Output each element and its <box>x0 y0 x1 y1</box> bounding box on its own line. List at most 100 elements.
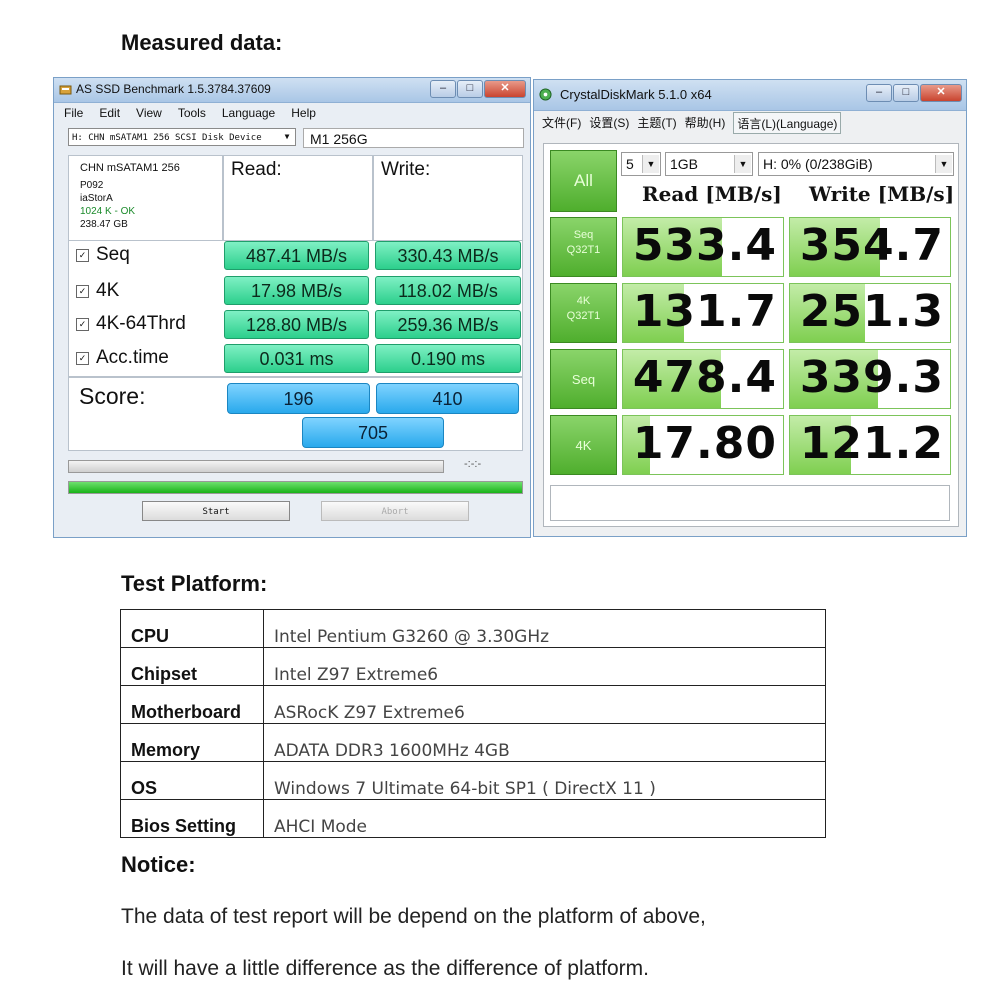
4k-q32t1-write-cell: 251.3 <box>789 283 951 343</box>
as-ssd-title: AS SSD Benchmark 1.5.3784.37609 <box>76 82 271 96</box>
menu-view[interactable]: View <box>136 106 162 124</box>
drive-select[interactable]: H: 0% (0/238GiB) ▼ <box>758 152 954 176</box>
seq-q32t1-write-cell: 354.7 <box>789 217 951 277</box>
row-label: 4K-64Thrd <box>96 313 186 334</box>
menu-theme[interactable]: 主题(T) <box>637 112 676 134</box>
all-button[interactable]: All <box>550 150 617 212</box>
menu-help[interactable]: 帮助(H) <box>685 112 726 134</box>
4k-q32t1-read-cell: 131.7 <box>622 283 784 343</box>
platform-value: Intel Z97 Extreme6 <box>263 647 826 686</box>
acc-time-write-value: 0.190 ms <box>375 344 521 373</box>
seq-write-value: 339.3 <box>799 352 944 403</box>
button-line1: 4K <box>575 438 592 453</box>
start-button[interactable]: Start <box>142 501 290 521</box>
notice-line-1: The data of test report will be depend o… <box>121 905 706 928</box>
button-line2: Q32T1 <box>566 310 601 322</box>
platform-value: AHCI Mode <box>263 799 826 838</box>
check-icon: ✓ <box>76 248 89 262</box>
seq-q32t1-button[interactable]: Seq Q32T1 <box>550 217 617 277</box>
count-value: 5 <box>626 156 634 172</box>
row-label: 4K <box>96 280 120 301</box>
minimize-button[interactable]: – <box>866 84 892 102</box>
drive-size: 238.47 GB <box>80 219 128 230</box>
seq-button[interactable]: Seq <box>550 349 617 409</box>
menu-file[interactable]: File <box>64 106 83 124</box>
button-line2: Q32T1 <box>566 244 601 256</box>
4k-read-value: 17.80 <box>632 418 777 469</box>
row-seq[interactable]: ✓ Seq <box>76 244 130 266</box>
menu-tools[interactable]: Tools <box>178 106 206 124</box>
seq-q32t1-write-value: 354.7 <box>799 220 944 271</box>
chevron-down-icon: ▼ <box>734 155 751 173</box>
as-ssd-menubar: File Edit View Tools Language Help <box>54 106 322 124</box>
score-write: 410 <box>376 383 519 414</box>
platform-value: Windows 7 Ultimate 64-bit SP1 ( DirectX … <box>263 761 826 800</box>
minimize-button[interactable]: – <box>430 80 456 98</box>
total-progress-bar <box>68 481 523 494</box>
platform-key: CPU <box>120 609 264 648</box>
as-ssd-window: AS SSD Benchmark 1.5.3784.37609 – □ ✕ Fi… <box>53 77 531 538</box>
check-icon: ✓ <box>76 351 89 365</box>
button-line1: Seq <box>573 229 594 241</box>
count-select[interactable]: 5 ▼ <box>621 152 661 176</box>
menu-help[interactable]: Help <box>291 106 316 124</box>
as-ssd-titlebar[interactable]: AS SSD Benchmark 1.5.3784.37609 – □ ✕ <box>54 78 530 103</box>
4k-q32t1-read-value: 131.7 <box>632 286 777 337</box>
row-label: Acc.time <box>96 347 169 368</box>
4k-q32t1-button[interactable]: 4K Q32T1 <box>550 283 617 343</box>
seq-write-cell: 339.3 <box>789 349 951 409</box>
cdm-title: CrystalDiskMark 5.1.0 x64 <box>560 87 712 102</box>
menu-file[interactable]: 文件(F) <box>542 112 581 134</box>
notice-heading: Notice: <box>121 852 196 877</box>
platform-value: ASRocK Z97 Extreme6 <box>263 685 826 724</box>
menu-language[interactable]: Language <box>222 106 275 124</box>
4k-write-cell: 121.2 <box>789 415 951 475</box>
maximize-button[interactable]: □ <box>893 84 919 102</box>
drive-driver: iaStorA <box>80 193 113 204</box>
4k-write-value: 121.2 <box>799 418 944 469</box>
table-row: OS Windows 7 Ultimate 64-bit SP1 ( Direc… <box>120 761 826 800</box>
row-4k-64thrd[interactable]: ✓ 4K-64Thrd <box>76 313 186 335</box>
close-button[interactable]: ✕ <box>484 80 526 98</box>
platform-key: Bios Setting <box>120 799 264 838</box>
menu-settings[interactable]: 设置(S) <box>589 112 629 134</box>
write-header: Write: <box>381 159 431 180</box>
cdm-app-icon <box>539 88 552 101</box>
row-acc-time[interactable]: ✓ Acc.time <box>76 347 169 369</box>
check-icon: ✓ <box>76 317 89 331</box>
write-header-panel: Write: <box>373 155 523 241</box>
close-button[interactable]: ✕ <box>920 84 962 102</box>
platform-table: CPU Intel Pentium G3260 @ 3.30GHz Chipse… <box>120 609 826 838</box>
measured-data-heading: Measured data: <box>121 30 283 55</box>
drive-name-field[interactable]: M1 256G <box>303 128 524 148</box>
chevron-down-icon: ▼ <box>284 132 290 141</box>
check-icon: ✓ <box>76 284 89 298</box>
drive-info-panel: CHN mSATAM1 256 P092 iaStorA 1024 K - OK… <box>68 155 223 241</box>
drive-alignment: 1024 K - OK <box>80 206 136 217</box>
table-row: Motherboard ASRocK Z97 Extreme6 <box>120 685 826 724</box>
row-4k[interactable]: ✓ 4K <box>76 280 119 302</box>
menu-language[interactable]: 语言(L)(Language) <box>733 112 842 134</box>
cdm-titlebar[interactable]: CrystalDiskMark 5.1.0 x64 – □ ✕ <box>534 80 966 111</box>
drive-firmware: P092 <box>80 180 104 191</box>
chevron-down-icon: ▼ <box>642 155 659 173</box>
size-select[interactable]: 1GB ▼ <box>665 152 753 176</box>
button-line1: Seq <box>571 372 596 387</box>
abort-button[interactable]: Abort <box>321 501 469 521</box>
4k-write-value: 118.02 MB/s <box>375 276 521 305</box>
4k-64thrd-write-value: 259.36 MB/s <box>375 310 521 339</box>
seq-read-cell: 478.4 <box>622 349 784 409</box>
crystaldiskmark-window: CrystalDiskMark 5.1.0 x64 – □ ✕ 文件(F) 设置… <box>533 79 967 537</box>
menu-edit[interactable]: Edit <box>99 106 120 124</box>
drive-select-value: H: CHN mSATAM1 256 SCSI Disk Device <box>72 133 262 143</box>
drive-select[interactable]: H: CHN mSATAM1 256 SCSI Disk Device ▼ <box>68 128 296 146</box>
seq-q32t1-read-cell: 533.4 <box>622 217 784 277</box>
drive-model: CHN mSATAM1 256 <box>80 162 180 174</box>
cdm-menubar: 文件(F) 设置(S) 主题(T) 帮助(H) 语言(L)(Language) <box>534 112 842 134</box>
read-header: Read [MB/s] <box>642 182 782 206</box>
4k-64thrd-read-value: 128.80 MB/s <box>224 310 369 339</box>
maximize-button[interactable]: □ <box>457 80 483 98</box>
seq-write-value: 330.43 MB/s <box>375 241 521 270</box>
4k-button[interactable]: 4K <box>550 415 617 475</box>
comment-field[interactable] <box>550 485 950 521</box>
